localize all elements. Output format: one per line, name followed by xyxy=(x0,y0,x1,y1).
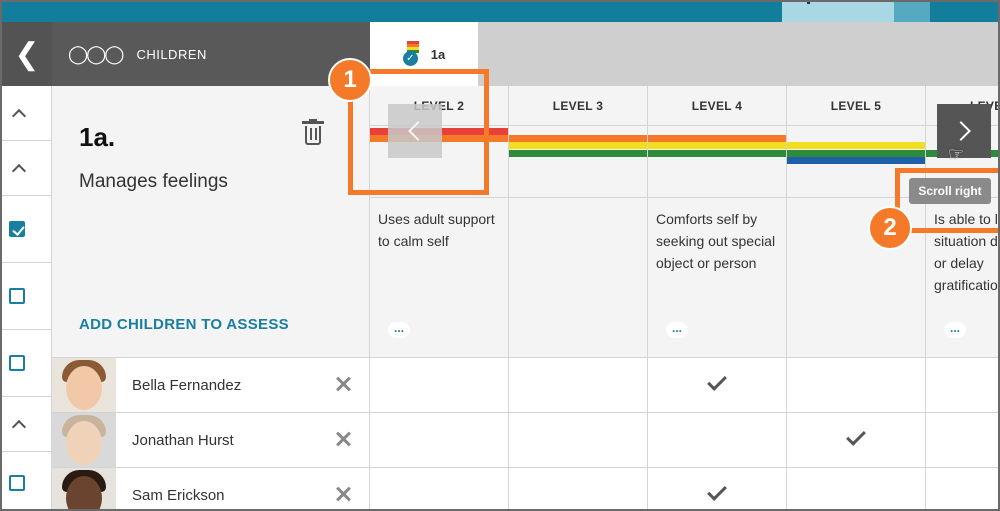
close-icon[interactable] xyxy=(334,375,352,393)
avatar xyxy=(52,358,116,412)
checkbox[interactable] xyxy=(9,474,25,491)
callout-number-1: 1 xyxy=(328,58,372,102)
avatar xyxy=(52,468,116,509)
chevron-up-icon xyxy=(11,163,27,179)
chevron-left-icon: ❮ xyxy=(14,37,40,71)
chevron-up-icon xyxy=(11,108,27,124)
callout-number-2: 2 xyxy=(868,206,912,250)
left-control-column: ❮ xyxy=(2,22,52,509)
select-row[interactable] xyxy=(2,263,52,330)
table-row: Jonathan Hurst xyxy=(52,413,998,468)
top-bar-highlight xyxy=(782,2,894,22)
level-cell[interactable] xyxy=(926,413,998,468)
children-header-label: CHILDREN xyxy=(136,46,207,62)
more-button[interactable]: ... xyxy=(666,322,688,338)
objective-name: Manages feelings xyxy=(79,171,228,192)
children-group-icon: ◯◯◯ xyxy=(68,43,124,64)
table-row: Sam Erickson xyxy=(52,468,998,509)
level-header: LEVEL 5 xyxy=(787,86,925,126)
check-badge-icon: ✓ xyxy=(402,51,418,66)
level-bands xyxy=(509,126,647,198)
level-cell[interactable] xyxy=(509,468,648,509)
level-cell[interactable] xyxy=(648,413,787,468)
child-name: Bella Fernandez xyxy=(132,376,242,394)
checkmark-icon xyxy=(846,426,866,446)
level-cell[interactable] xyxy=(787,468,926,509)
checkmark-icon xyxy=(707,481,727,501)
objective-code: 1a. xyxy=(79,122,116,152)
collapse-row[interactable] xyxy=(2,397,52,452)
level-cell[interactable] xyxy=(787,358,926,413)
add-children-link[interactable]: ADD CHILDREN TO ASSESS xyxy=(79,316,289,333)
checkbox[interactable] xyxy=(9,288,25,304)
checkmark-icon xyxy=(707,371,727,391)
checkbox[interactable] xyxy=(9,355,25,371)
tab-label: 1a xyxy=(430,46,446,62)
trash-icon[interactable] xyxy=(302,119,324,147)
child-name: Sam Erickson xyxy=(132,486,225,504)
chevron-right-icon xyxy=(951,121,971,141)
level-cell[interactable] xyxy=(648,358,787,413)
level-cell[interactable] xyxy=(370,468,509,509)
select-row[interactable] xyxy=(2,452,52,509)
checkbox-checked[interactable] xyxy=(9,221,25,237)
level-cell[interactable] xyxy=(926,468,998,509)
close-icon[interactable] xyxy=(334,485,352,503)
level-header: LEVEL 3 xyxy=(509,86,647,126)
collapse-row[interactable] xyxy=(2,141,52,196)
close-icon[interactable] xyxy=(334,430,352,448)
back-button[interactable]: ❮ xyxy=(2,22,52,86)
level-description: Uses adult support to calm self xyxy=(378,211,495,249)
chevron-up-icon xyxy=(11,419,27,435)
level-bands xyxy=(648,126,786,198)
top-bar-block xyxy=(894,2,930,22)
level-cell[interactable] xyxy=(926,358,998,413)
objective-panel: 1a. Manages feelings ADD CHILDREN TO ASS… xyxy=(52,86,370,358)
level-header: LEVEL 4 xyxy=(648,86,786,126)
top-bar xyxy=(2,2,998,22)
level-cell[interactable] xyxy=(509,413,648,468)
level-cell[interactable] xyxy=(370,413,509,468)
level-cell[interactable] xyxy=(509,358,648,413)
avatar xyxy=(52,413,116,467)
level-cell[interactable] xyxy=(370,358,509,413)
level-column: LEVEL 4 Comforts self by seeking out spe… xyxy=(648,86,787,358)
app-frame: ❮ ◯◯◯ CHILDREN ✓ 1a 1a. Manages feelings xyxy=(0,0,1000,511)
rainbow-flag-icon: ✓ xyxy=(402,41,423,67)
select-row[interactable] xyxy=(2,330,52,397)
more-button[interactable]: ... xyxy=(388,322,410,338)
level-cell[interactable] xyxy=(648,468,787,509)
level-description: Comforts self by seeking out special obj… xyxy=(656,211,776,271)
select-row[interactable] xyxy=(2,196,52,263)
top-bar-marker xyxy=(807,2,810,4)
collapse-row[interactable] xyxy=(2,86,52,141)
table-row: Bella Fernandez xyxy=(52,358,998,413)
hand-cursor-icon: ☞ xyxy=(948,144,965,164)
level-column: LEVEL 3 xyxy=(509,86,648,358)
level-cell[interactable] xyxy=(787,413,926,468)
children-table: Bella Fernandez Jonathan Hurst Sam Erick… xyxy=(52,358,998,509)
child-name: Jonathan Hurst xyxy=(132,431,234,449)
children-header[interactable]: ◯◯◯ CHILDREN xyxy=(52,22,370,86)
more-button[interactable]: ... xyxy=(944,322,966,338)
